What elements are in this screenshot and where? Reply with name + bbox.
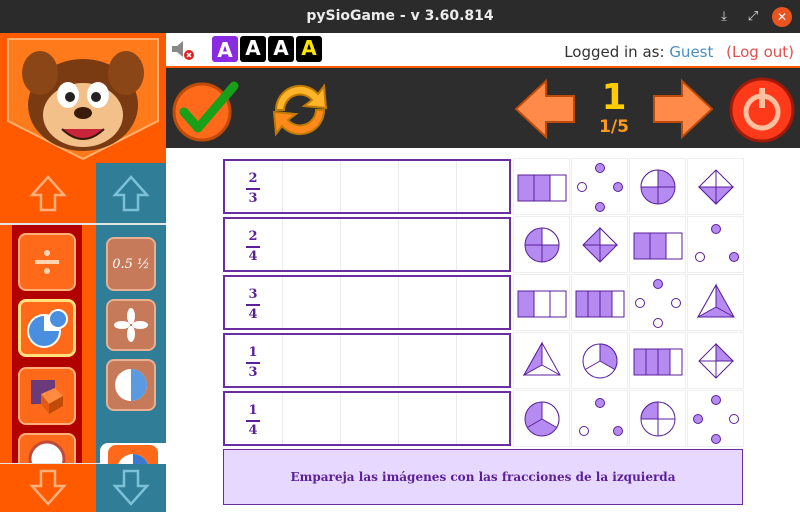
drop-slot[interactable] bbox=[283, 161, 341, 212]
drop-slot[interactable] bbox=[399, 161, 457, 212]
close-button[interactable]: ✕ bbox=[772, 7, 792, 27]
tile-dots-1-of-3[interactable] bbox=[687, 216, 744, 273]
sidebar: 0.5 ½ bbox=[0, 33, 166, 512]
fraction-label: 14 bbox=[239, 404, 267, 438]
drop-slot[interactable] bbox=[457, 393, 515, 444]
drop-slot[interactable] bbox=[457, 277, 515, 328]
category-scroll-down-button[interactable] bbox=[0, 464, 96, 512]
fraction-cell: 14 bbox=[225, 393, 283, 444]
drop-slot[interactable] bbox=[341, 219, 399, 270]
fraction-cell: 13 bbox=[225, 335, 283, 386]
fraction-label: 23 bbox=[239, 172, 267, 206]
category-scroll-up-button[interactable] bbox=[0, 163, 96, 223]
font-size-button-1[interactable]: A bbox=[212, 36, 238, 62]
drop-slot[interactable] bbox=[457, 219, 515, 270]
fraction-row-5[interactable]: 14 bbox=[223, 391, 511, 446]
logo bbox=[0, 33, 166, 163]
fraction-row-4[interactable]: 13 bbox=[223, 333, 511, 388]
star-shapes-icon[interactable] bbox=[106, 299, 156, 351]
drop-slot[interactable] bbox=[341, 335, 399, 386]
clock-icon[interactable] bbox=[18, 433, 76, 463]
fraction-row-1[interactable]: 23 bbox=[223, 159, 511, 214]
fraction-row-3[interactable]: 34 bbox=[223, 275, 511, 330]
fractions-pie-icon[interactable] bbox=[18, 299, 76, 357]
tile-circle-3-of-4[interactable] bbox=[629, 158, 686, 215]
logout-link[interactable]: (Log out) bbox=[726, 43, 794, 61]
drop-slot[interactable] bbox=[399, 219, 457, 270]
tile-dots-3-of-4[interactable] bbox=[687, 390, 744, 447]
tile-triangle-2-of-3[interactable] bbox=[687, 274, 744, 331]
download-icon[interactable]: ⤓ bbox=[714, 7, 734, 27]
font-size-button-4[interactable]: A bbox=[296, 36, 322, 62]
fraction-row-2[interactable]: 24 bbox=[223, 217, 511, 272]
drop-slot[interactable] bbox=[341, 393, 399, 444]
level-indicator: 1 1/5 bbox=[584, 77, 644, 137]
drop-slot[interactable] bbox=[399, 393, 457, 444]
header-bar: A A A A Logged in as: Guest (Log out) bbox=[166, 33, 800, 66]
division-icon[interactable] bbox=[18, 233, 76, 291]
fraction-cell: 23 bbox=[225, 161, 283, 212]
fraction-decimal-icon[interactable]: 0.5 ½ bbox=[106, 237, 156, 291]
window-title: pySioGame - v 3.60.814 bbox=[306, 8, 494, 24]
tile-pie-1-of-3[interactable] bbox=[571, 332, 628, 389]
check-button[interactable] bbox=[170, 74, 240, 148]
drop-slot[interactable] bbox=[283, 277, 341, 328]
logged-in-label: Logged in as: bbox=[564, 43, 665, 61]
tile-circle-3-of-4-b[interactable] bbox=[513, 216, 570, 273]
window-titlebar: pySioGame - v 3.60.814 ⤓ ⤢ ✕ bbox=[0, 0, 800, 33]
fraction-cell: 34 bbox=[225, 277, 283, 328]
game-area: 23 24 34 13 14 Empareja las imágenes con… bbox=[166, 150, 800, 512]
next-button[interactable] bbox=[650, 78, 716, 144]
game-scroll-down-arrow[interactable] bbox=[96, 464, 166, 512]
instruction-text: Empareja las imágenes con las fracciones… bbox=[223, 449, 743, 505]
drop-slot[interactable] bbox=[341, 277, 399, 328]
fullscreen-icon[interactable]: ⤢ bbox=[743, 7, 763, 27]
drop-slot[interactable] bbox=[457, 335, 515, 386]
fraction-label: 13 bbox=[239, 346, 267, 380]
tile-diamond-2-of-4[interactable] bbox=[687, 158, 744, 215]
tile-diamond-3-of-4[interactable] bbox=[571, 216, 628, 273]
tile-bar-3-of-4-b[interactable] bbox=[629, 332, 686, 389]
level-number: 1 bbox=[601, 77, 627, 118]
fraction-label: 34 bbox=[239, 288, 267, 322]
drop-slot[interactable] bbox=[283, 335, 341, 386]
fraction-label: 24 bbox=[239, 230, 267, 264]
drop-slot[interactable] bbox=[341, 161, 399, 212]
tile-triangle-1-of-3[interactable] bbox=[513, 332, 570, 389]
quit-button[interactable] bbox=[728, 76, 796, 148]
tile-bar-1-of-3[interactable] bbox=[513, 274, 570, 331]
toolbar: 1 1/5 bbox=[166, 66, 800, 148]
half-circle-icon[interactable] bbox=[106, 359, 156, 411]
tile-bar-2-of-3[interactable] bbox=[513, 158, 570, 215]
drop-slot[interactable] bbox=[457, 161, 515, 212]
tile-dots-1-of-4[interactable] bbox=[629, 274, 686, 331]
sound-off-icon[interactable] bbox=[170, 39, 196, 65]
game-scroll-up-button[interactable] bbox=[96, 163, 166, 223]
login-status: Logged in as: Guest (Log out) bbox=[564, 43, 794, 61]
tile-dots-2-of-3[interactable] bbox=[571, 390, 628, 447]
refresh-button[interactable] bbox=[266, 76, 334, 148]
tile-circle-1-of-4[interactable] bbox=[629, 390, 686, 447]
user-name[interactable]: Guest bbox=[669, 43, 713, 61]
font-size-button-3[interactable]: A bbox=[268, 36, 294, 62]
tile-bar-2-of-3-b[interactable] bbox=[629, 216, 686, 273]
progress-text: 1/5 bbox=[599, 117, 629, 137]
drop-slot[interactable] bbox=[283, 219, 341, 270]
geometry-cube-icon[interactable] bbox=[18, 367, 76, 425]
tile-dots-2-of-4[interactable] bbox=[571, 158, 628, 215]
drop-slot[interactable] bbox=[399, 335, 457, 386]
drop-slot[interactable] bbox=[283, 393, 341, 444]
tile-bar-3-of-4[interactable] bbox=[571, 274, 628, 331]
previous-button[interactable] bbox=[512, 78, 578, 144]
tile-pie-2-of-3[interactable] bbox=[513, 390, 570, 447]
tile-diamond-1-of-4[interactable] bbox=[687, 332, 744, 389]
fraction-cell: 24 bbox=[225, 219, 283, 270]
font-size-button-2[interactable]: A bbox=[240, 36, 266, 62]
drop-slot[interactable] bbox=[399, 277, 457, 328]
